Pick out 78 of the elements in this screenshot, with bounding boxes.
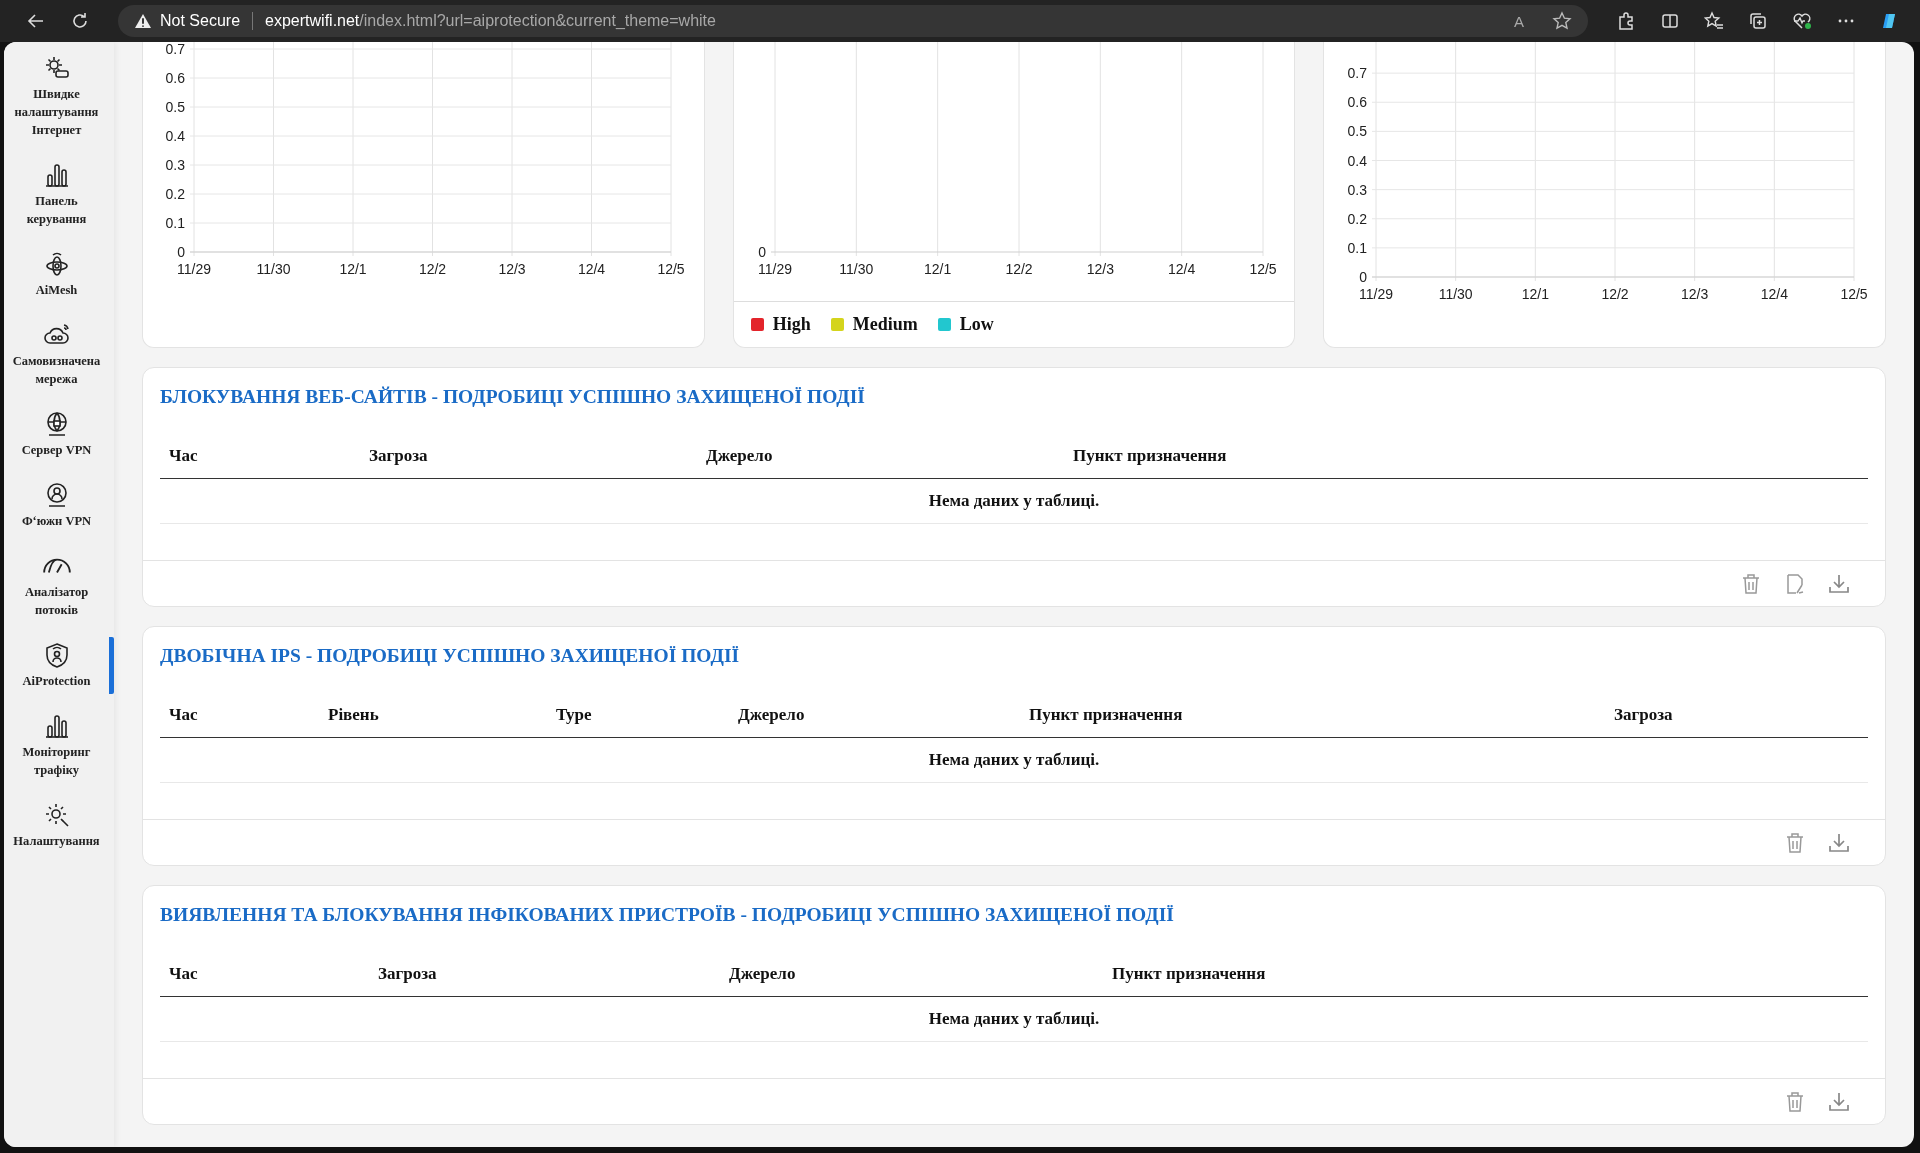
read-aloud-icon[interactable]: A — [1514, 12, 1524, 30]
legend-label: Medium — [852, 314, 918, 335]
x-tick-label: 12/2 — [1601, 286, 1629, 302]
y-tick-label: 0 — [757, 244, 766, 260]
column-header: Час — [169, 705, 199, 725]
sidebar-item[interactable]: AiProtection — [4, 637, 114, 694]
x-tick-label: 11/30 — [839, 261, 873, 277]
column-header: Рівень — [328, 705, 380, 725]
x-tick-label: 11/30 — [256, 261, 291, 277]
column-header: Загроза — [378, 964, 438, 984]
x-tick-label: 12/2 — [418, 261, 447, 277]
y-tick-label: 0.2 — [1347, 210, 1368, 227]
y-tick-label: 0.3 — [1347, 181, 1368, 198]
section-title: ВИЯВЛЕННЯ ТА БЛОКУВАННЯ ІНФІКОВАНИХ ПРИСТРОЇВ - ПОДРОБИЦІ УСПІШНО ЗАХИЩЕНОЇ ПОДІЇ — [159, 903, 1175, 926]
column-header: Пункт призначення — [1029, 705, 1184, 725]
sidebar-item[interactable]: Налаштування — [4, 797, 114, 854]
y-tick-label: 0.1 — [165, 215, 185, 231]
x-tick-label: 12/1 — [339, 261, 367, 277]
warning-icon — [134, 13, 152, 29]
sidebar-item[interactable]: AiMesh — [4, 246, 114, 303]
y-tick-label: 0.2 — [165, 186, 185, 202]
sidebar-item[interactable]: Аналізатор потоків — [4, 548, 114, 623]
gauge-icon — [42, 558, 71, 574]
url-text: expertwifi.net/index.html?url=aiprotection&current_theme=white — [265, 12, 716, 30]
column-header: Пункт призначення — [1112, 964, 1267, 984]
sidebar-item[interactable]: Панель керування — [4, 157, 114, 232]
y-tick-label: 0 — [177, 244, 185, 260]
column-header: Пункт призначення — [1073, 446, 1228, 466]
x-tick-label: 11/29 — [177, 261, 211, 277]
empty-table-message: Нема даних у таблиці. — [928, 750, 1100, 770]
y-tick-label: 0 — [1359, 269, 1368, 285]
x-tick-label: 12/4 — [1167, 261, 1195, 277]
column-header: Джерело — [729, 964, 797, 984]
x-tick-label: 12/1 — [1522, 286, 1550, 302]
security-label: Not Secure — [160, 12, 241, 30]
address-bar[interactable]: Not Secure expertwifi.net/index.html?url=aiprotection&current_theme=white A — [118, 5, 1588, 37]
section-title: БЛОКУВАННЯ ВЕБ-САЙТІВ - ПОДРОБИЦІ УСПІШНО ЗАХИЩЕНОЇ ПОДІЇ — [159, 385, 866, 408]
x-tick-label: 12/4 — [577, 261, 606, 277]
y-tick-label: 0.4 — [1347, 152, 1368, 169]
legend-label: Low — [959, 314, 994, 335]
y-tick-label: 0.7 — [1347, 65, 1368, 82]
y-tick-label: 0.5 — [165, 99, 185, 115]
x-tick-label: 11/29 — [757, 261, 792, 277]
x-tick-label: 12/5 — [1249, 261, 1277, 277]
y-tick-label: 0.6 — [165, 70, 185, 86]
x-tick-label: 12/2 — [1005, 261, 1033, 277]
empty-table-message: Нема даних у таблиці. — [928, 491, 1100, 511]
empty-table-message: Нема даних у таблиці. — [928, 1009, 1100, 1029]
column-header: Загроза — [369, 446, 429, 466]
x-tick-label: 11/29 — [1359, 286, 1394, 302]
sidebar-item[interactable]: Швидке налаштування Інтернет — [4, 50, 114, 143]
sidebar-item[interactable]: Самовизначена мережа — [4, 317, 114, 392]
y-tick-label: 0.6 — [1347, 94, 1368, 111]
y-tick-label: 0.1 — [1347, 239, 1368, 256]
sidebar-item[interactable]: Моніторинг трафіку — [4, 708, 114, 783]
x-tick-label: 12/4 — [1761, 286, 1789, 302]
section-title: ДВОБІЧНА IPS - ПОДРОБИЦІ УСПІШНО ЗАХИЩЕНОЇ ПОДІЇ — [159, 644, 741, 667]
x-tick-label: 12/3 — [1681, 286, 1709, 302]
star-icon[interactable] — [1552, 11, 1572, 31]
y-tick-label: 0.5 — [1347, 123, 1368, 140]
legend-label: High — [772, 314, 811, 335]
x-tick-label: 11/30 — [1439, 286, 1473, 302]
x-tick-label: 12/5 — [1840, 286, 1868, 302]
y-tick-label: 0.3 — [165, 157, 185, 173]
column-header: Час — [169, 964, 199, 984]
column-header: Джерело — [706, 446, 774, 466]
y-tick-label: 0.7 — [165, 42, 185, 57]
sidebar-item[interactable]: Сервер VPN — [4, 406, 114, 463]
x-tick-label: 12/3 — [498, 261, 526, 277]
column-header: Час — [169, 446, 199, 466]
x-tick-label: 12/5 — [657, 261, 685, 277]
column-header: Джерело — [738, 705, 806, 725]
sidebar-item[interactable]: Ф‘южн VPN — [4, 477, 114, 534]
column-header: Загроза — [1614, 705, 1674, 725]
y-tick-label: 0.4 — [165, 128, 185, 144]
x-tick-label: 12/1 — [923, 261, 951, 277]
column-header: Type — [556, 705, 593, 725]
x-tick-label: 12/3 — [1086, 261, 1114, 277]
